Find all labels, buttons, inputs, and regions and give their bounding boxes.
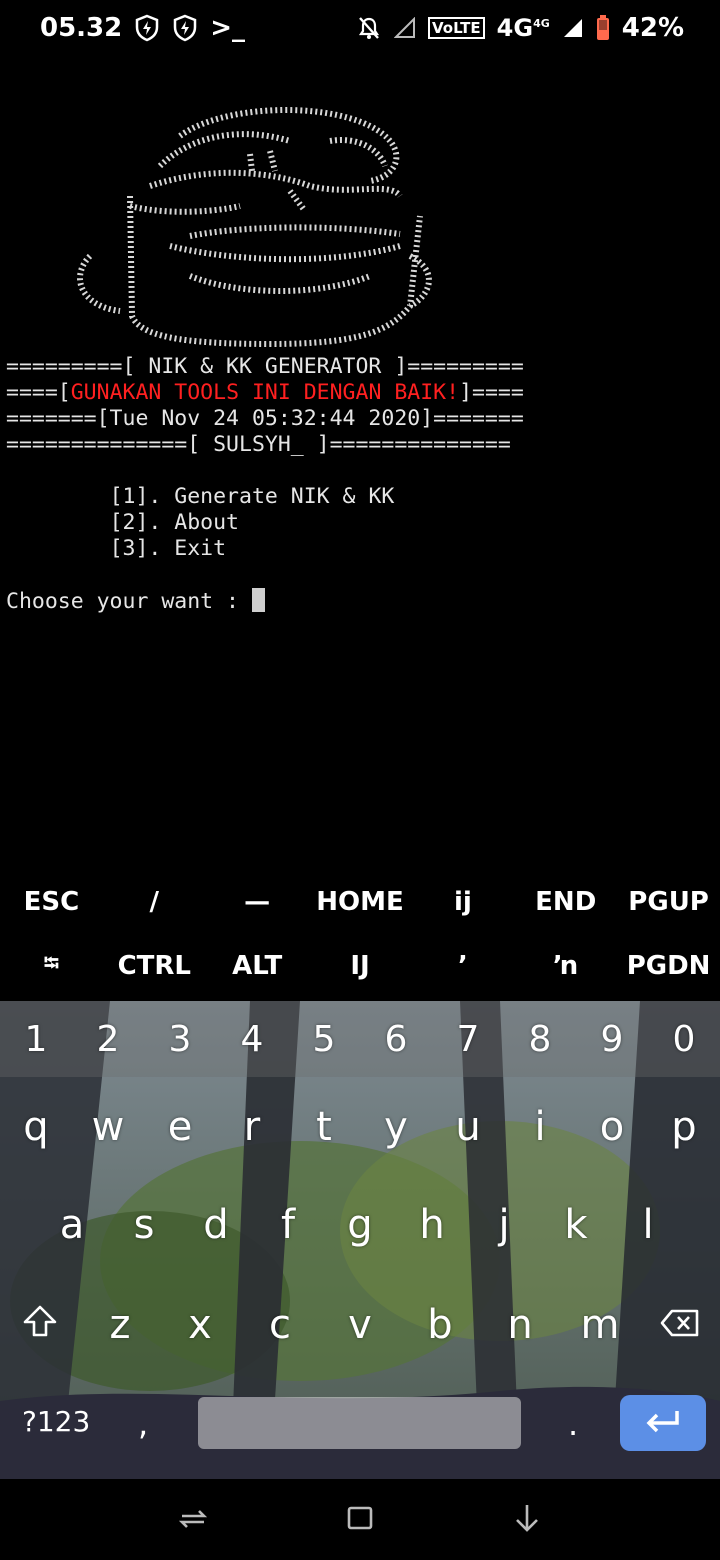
- status-left: 05.32 >_: [40, 13, 245, 43]
- signal-icon: [562, 17, 584, 39]
- key-t[interactable]: t: [288, 1104, 360, 1150]
- key-3[interactable]: 3: [144, 1019, 216, 1060]
- key-c[interactable]: c: [244, 1302, 316, 1348]
- home-key[interactable]: HOME: [309, 887, 412, 917]
- key-x[interactable]: x: [164, 1302, 236, 1348]
- key-o[interactable]: o: [576, 1104, 648, 1150]
- shift-icon[interactable]: [4, 1302, 76, 1348]
- menu-item-generate: [1]. Generate NIK & KK: [109, 484, 395, 509]
- key-m[interactable]: m: [564, 1302, 636, 1348]
- clock: 05.32: [40, 13, 123, 43]
- tab-key[interactable]: ⭾: [0, 949, 103, 983]
- key-q[interactable]: q: [0, 1104, 72, 1150]
- ij-upper-key[interactable]: Ĳ: [309, 951, 412, 981]
- key-b[interactable]: b: [404, 1302, 476, 1348]
- enter-key[interactable]: [620, 1395, 706, 1451]
- battery-icon: [596, 15, 610, 41]
- key-l[interactable]: l: [612, 1202, 684, 1248]
- alt-key[interactable]: ALT: [206, 951, 309, 981]
- pgdn-key[interactable]: PGDN: [617, 951, 720, 981]
- ctrl-key[interactable]: CTRL: [103, 951, 206, 981]
- key-p[interactable]: p: [648, 1104, 720, 1150]
- extra-keys-bar: ESC / — HOME ĳ END PGUP ⭾ CTRL ALT Ĳ ’ ŉ…: [0, 870, 720, 1001]
- key-g[interactable]: g: [324, 1202, 396, 1248]
- mute-icon: [356, 15, 382, 41]
- key-f[interactable]: f: [252, 1202, 324, 1248]
- key-w[interactable]: w: [72, 1104, 144, 1150]
- key-r[interactable]: r: [216, 1104, 288, 1150]
- volte-badge: VoLTE: [428, 17, 485, 39]
- input-prompt[interactable]: Choose your want :: [6, 588, 720, 615]
- backspace-icon[interactable]: [644, 1302, 716, 1348]
- letter-row-2: a s d f g h j k l: [0, 1183, 720, 1267]
- key-a[interactable]: a: [36, 1202, 108, 1248]
- network-type: 4G4G: [496, 14, 550, 42]
- status-bar: 05.32 >_ VoLTE 4G4G 42%: [0, 0, 720, 56]
- dash-key[interactable]: —: [206, 887, 309, 917]
- soft-keyboard: 1 2 3 4 5 6 7 8 9 0 q w e r t y u i o p …: [0, 1001, 720, 1479]
- key-d[interactable]: d: [180, 1202, 252, 1248]
- key-n[interactable]: n: [484, 1302, 556, 1348]
- space-bar[interactable]: [198, 1397, 521, 1449]
- key-e[interactable]: e: [144, 1104, 216, 1150]
- key-v[interactable]: v: [324, 1302, 396, 1348]
- battery-percent: 42%: [621, 13, 684, 43]
- symbols-key[interactable]: ?123: [22, 1405, 90, 1438]
- key-7[interactable]: 7: [432, 1019, 504, 1060]
- key-u[interactable]: u: [432, 1104, 504, 1150]
- key-i[interactable]: i: [504, 1104, 576, 1150]
- key-z[interactable]: z: [84, 1302, 156, 1348]
- banner-title: =========[ NIK & KK GENERATOR ]=========: [6, 354, 524, 379]
- letter-row-1: q w e r t y u i o p: [0, 1085, 720, 1169]
- key-k[interactable]: k: [540, 1202, 612, 1248]
- key-6[interactable]: 6: [360, 1019, 432, 1060]
- terminal-output[interactable]: =========[ NIK & KK GENERATOR ]=========…: [6, 70, 720, 641]
- key-s[interactable]: s: [108, 1202, 180, 1248]
- key-4[interactable]: 4: [216, 1019, 288, 1060]
- n-apostrophe-key[interactable]: ŉ: [514, 951, 617, 981]
- key-h[interactable]: h: [396, 1202, 468, 1248]
- navigation-bar: [0, 1479, 720, 1560]
- end-key[interactable]: END: [514, 887, 617, 917]
- banner-author: ==============[ SULSYH_ ]==============: [6, 432, 511, 457]
- key-2[interactable]: 2: [72, 1019, 144, 1060]
- number-row: 1 2 3 4 5 6 7 8 9 0: [0, 1001, 720, 1077]
- key-0[interactable]: 0: [648, 1019, 720, 1060]
- key-9[interactable]: 9: [576, 1019, 648, 1060]
- back-icon[interactable]: [513, 1503, 541, 1537]
- terminal-icon: >_: [210, 13, 246, 43]
- key-8[interactable]: 8: [504, 1019, 576, 1060]
- slash-key[interactable]: /: [103, 887, 206, 917]
- menu-item-about: [2]. About: [109, 510, 240, 535]
- ij-key[interactable]: ĳ: [411, 887, 514, 917]
- shield-icon: [134, 14, 160, 42]
- key-j[interactable]: j: [468, 1202, 540, 1248]
- period-key[interactable]: .: [568, 1405, 578, 1443]
- pgup-key[interactable]: PGUP: [617, 887, 720, 917]
- coffee-cup-ascii-art: [70, 96, 720, 354]
- banner-warning: ====[GUNAKAN TOOLS INI DENGAN BAIK!]====: [6, 380, 524, 405]
- esc-key[interactable]: ESC: [0, 887, 103, 917]
- shield-icon: [172, 14, 198, 42]
- status-right: VoLTE 4G4G 42%: [356, 13, 684, 43]
- extra-keys-row-1: ESC / — HOME ĳ END PGUP: [0, 870, 720, 934]
- home-icon[interactable]: [346, 1505, 374, 1535]
- banner-date: =======[Tue Nov 24 05:32:44 2020]=======: [6, 406, 524, 431]
- enter-icon: [643, 1407, 683, 1439]
- key-1[interactable]: 1: [0, 1019, 72, 1060]
- letter-row-3: z x c v b n m: [0, 1283, 720, 1367]
- comma-key[interactable]: ,: [138, 1405, 148, 1443]
- extra-keys-row-2: ⭾ CTRL ALT Ĳ ’ ŉ PGDN: [0, 934, 720, 998]
- menu-item-exit: [3]. Exit: [109, 536, 227, 561]
- text-cursor: [251, 588, 265, 612]
- recent-apps-icon[interactable]: [179, 1506, 208, 1534]
- key-5[interactable]: 5: [288, 1019, 360, 1060]
- apostrophe-key[interactable]: ’: [411, 951, 514, 981]
- signal-empty-icon: [394, 17, 416, 39]
- key-y[interactable]: y: [360, 1104, 432, 1150]
